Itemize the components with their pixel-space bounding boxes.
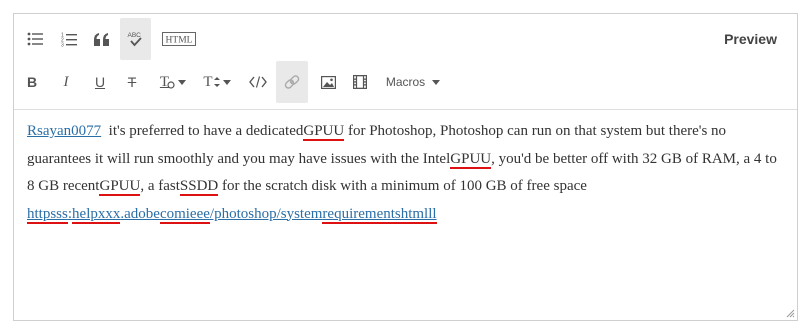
toolbar-row-1: 1 2 3 ABC HTML Preview	[14, 18, 797, 62]
image-icon[interactable]	[316, 61, 340, 103]
misspelled-word[interactable]: SSDD	[179, 178, 219, 196]
chevron-down-icon	[432, 79, 441, 85]
misspelled-word: comieee	[159, 205, 210, 224]
code-icon[interactable]	[246, 61, 270, 103]
svg-text:HTML: HTML	[166, 36, 193, 46]
url-paragraph: httpsss:helpxxx.adobecomieee/photoshop/s…	[27, 201, 784, 229]
text-segment: it's preferred to have a dedicated	[101, 123, 304, 139]
media-embed-icon[interactable]	[348, 61, 372, 103]
misspelled-word[interactable]: GPUU	[450, 150, 492, 169]
size-arrows-icon	[213, 77, 220, 87]
adobe-requirements-link[interactable]: httpsss:helpxxx.adobecomieee/photoshop/s…	[27, 205, 437, 224]
editor-toolbar: 1 2 3 ABC HTML Preview B I U T T T Macro…	[14, 14, 797, 110]
link-segment: /photoshop/system	[209, 205, 323, 222]
font-size-button[interactable]: T	[200, 61, 234, 103]
blockquote-icon[interactable]	[90, 18, 114, 60]
misspelled-word: httpsss	[27, 205, 68, 224]
text-segment: , a fast	[140, 178, 180, 194]
preview-button[interactable]: Preview	[724, 18, 777, 60]
toolbar-row-2: B I U T T T Macros	[14, 61, 797, 105]
text-segment: for the scratch disk with a minimum of 1…	[218, 178, 587, 194]
link-icon[interactable]	[276, 61, 308, 103]
misspelled-word[interactable]: GPUU	[99, 178, 141, 196]
resize-handle-icon[interactable]	[786, 309, 795, 318]
misspelled-word: requirementshtmlll	[322, 205, 437, 224]
numbered-list-icon[interactable]: 1 2 3	[58, 18, 80, 60]
italic-button[interactable]: I	[56, 61, 76, 103]
chevron-down-icon	[222, 79, 231, 85]
macros-label: Macros	[385, 75, 426, 89]
strikethrough-button[interactable]: T	[122, 61, 142, 103]
html-source-icon[interactable]: HTML	[161, 18, 197, 60]
svg-text:3: 3	[61, 42, 64, 47]
misspelled-word: helpxxx	[72, 205, 121, 224]
svg-text:ABC: ABC	[127, 32, 141, 39]
font-size-icon: T	[203, 73, 213, 90]
editor-content[interactable]: Rsayan0077 it's preferred to have a dedi…	[27, 118, 784, 228]
chevron-down-icon	[178, 79, 187, 85]
link-segment: .adobe	[120, 205, 160, 222]
rich-text-editor: 1 2 3 ABC HTML Preview B I U T T T Macro…	[13, 13, 798, 321]
text-color-button[interactable]: T	[156, 61, 190, 103]
color-drop-icon	[167, 81, 175, 89]
macros-dropdown[interactable]: Macros	[384, 61, 442, 103]
underline-button[interactable]: U	[90, 61, 110, 103]
bold-button[interactable]: B	[22, 61, 42, 103]
spellcheck-icon[interactable]: ABC	[120, 18, 151, 60]
user-mention-link[interactable]: Rsayan0077	[27, 123, 101, 139]
misspelled-word[interactable]: GPUU	[303, 123, 345, 141]
bullet-list-icon[interactable]	[24, 18, 46, 60]
message-paragraph: Rsayan0077 it's preferred to have a dedi…	[27, 118, 784, 201]
